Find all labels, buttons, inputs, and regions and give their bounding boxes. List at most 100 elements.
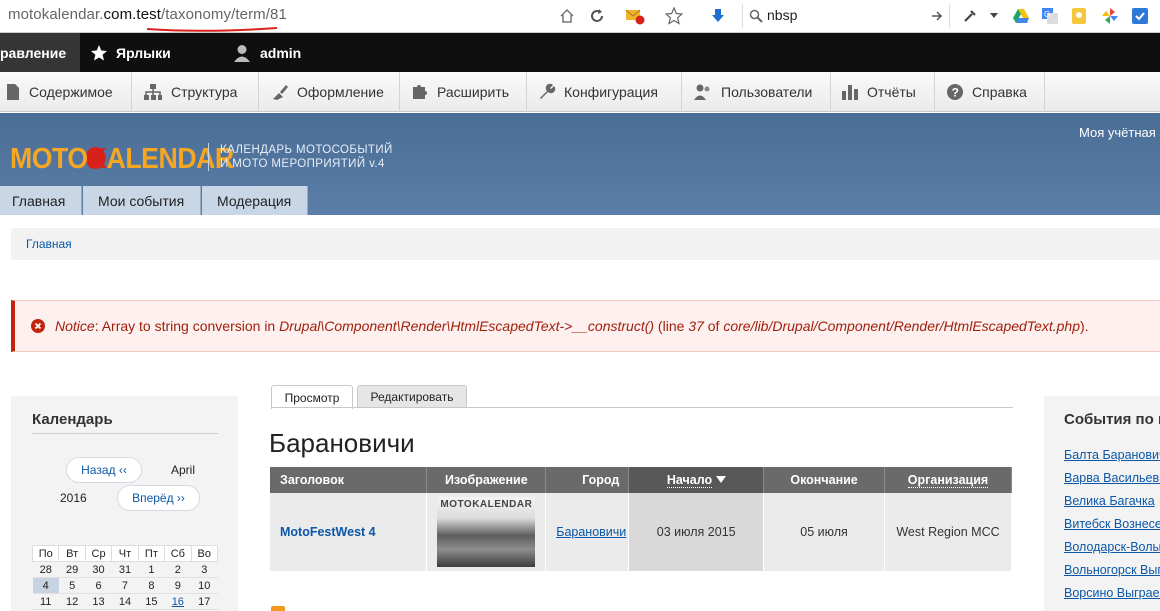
weekday: Чт — [111, 545, 139, 562]
calendar-day[interactable]: 2 — [164, 561, 192, 578]
calendar-day[interactable]: 11 — [32, 593, 59, 610]
notification-icon[interactable] — [625, 6, 645, 26]
wrench-icon — [540, 83, 556, 99]
user-label: admin — [260, 44, 302, 61]
city-link[interactable]: Балта Барановичи — [1064, 448, 1160, 471]
star-icon — [91, 44, 107, 60]
pinwheel-icon[interactable] — [1100, 6, 1120, 26]
my-account-link[interactable]: Моя учётная з — [1079, 125, 1160, 140]
city-link[interactable]: Вольногорск Выгреб — [1064, 563, 1160, 586]
browser-toolbar: motokalendar.com.test/taxonomy/term/81 n… — [0, 0, 1160, 33]
calendar-day[interactable]: 12 — [58, 593, 86, 610]
nav-home[interactable]: Главная — [0, 186, 82, 215]
calendar-day[interactable]: 5 — [58, 577, 86, 594]
calendar-day[interactable]: 6 — [85, 577, 112, 594]
col-city-header: Город — [545, 467, 630, 493]
event-org-cell: West Region MCC — [884, 493, 1012, 571]
menu-help-label: Справка — [972, 84, 1027, 100]
browser-search-box[interactable]: nbsp — [742, 4, 950, 28]
manage-tab[interactable]: равление — [0, 33, 80, 72]
weekday: Вт — [58, 545, 86, 562]
drive-icon[interactable] — [1011, 6, 1031, 26]
menu-people[interactable]: Пользователи — [683, 72, 831, 112]
search-query: nbsp — [767, 7, 798, 23]
city-link[interactable]: Ворсино Выграевка — [1064, 586, 1160, 609]
calendar-day[interactable]: 13 — [85, 593, 112, 610]
col-start-label: Начало — [666, 473, 713, 488]
calendar-day[interactable]: 31 — [111, 561, 139, 578]
url-host: com.test — [103, 6, 162, 23]
calendar-day[interactable]: 29 — [58, 561, 86, 578]
file-icon — [7, 84, 19, 100]
event-image[interactable]: MOTOKALENDAR — [437, 497, 536, 567]
menu-appearance[interactable]: Оформление — [260, 72, 400, 112]
col-org-label: Организация — [907, 473, 989, 488]
admin-menu-tray: Содержимое Структура Оформление Расширит… — [0, 72, 1160, 112]
calendar-day[interactable]: 28 — [32, 561, 59, 578]
calendar-prev-button[interactable]: Назад ‹‹ — [66, 457, 142, 483]
city-link[interactable]: Велика Багачка — [1064, 494, 1160, 517]
calendar-day[interactable]: 1 — [138, 561, 165, 578]
tab-view[interactable]: Просмотр — [271, 385, 353, 409]
event-image-caption: MOTOKALENDAR — [440, 499, 533, 510]
slogan-line-2: И МОТО МЕРОПРИЯТИЙ v.4 — [220, 158, 385, 170]
structure-icon — [144, 84, 162, 100]
shortcuts-tab[interactable]: Ярлыки — [90, 33, 171, 72]
weekday-row: По Вт Ср Чт Пт Сб Во — [31, 545, 219, 562]
divider — [32, 433, 218, 434]
calendar-day[interactable]: 15 — [138, 593, 165, 610]
calendar-day[interactable]: 3 — [191, 561, 218, 578]
calendar-day[interactable]: 17 — [191, 593, 218, 610]
download-icon[interactable] — [708, 6, 728, 26]
event-title-link[interactable]: MotoFestWest 4 — [270, 493, 428, 571]
menu-configuration-label: Конфигурация — [564, 84, 658, 100]
menu-extend[interactable]: Расширить — [401, 72, 527, 112]
breadcrumb: Главная — [11, 228, 1160, 260]
calendar-day-event-link[interactable]: 16 — [164, 593, 192, 610]
calendar-day[interactable]: 10 — [191, 577, 218, 594]
calendar-day[interactable]: 30 — [85, 561, 112, 578]
city-link[interactable]: Варва Васильевка — [1064, 471, 1160, 494]
nav-my-events[interactable]: Мои события — [83, 186, 201, 215]
calendar-day[interactable]: 8 — [138, 577, 165, 594]
menu-appearance-label: Оформление — [297, 84, 384, 100]
menu-structure[interactable]: Структура — [133, 72, 259, 112]
breadcrumb-home-link[interactable]: Главная — [26, 237, 72, 251]
calendar-day-today[interactable]: 4 — [32, 577, 59, 594]
nav-moderation[interactable]: Модерация — [202, 186, 308, 215]
search-icon — [749, 9, 763, 23]
bar-chart-icon — [842, 85, 858, 100]
table-row: MotoFestWest 4 MOTOKALENDAR Барановичи 0… — [270, 493, 1012, 571]
menu-help[interactable]: ? Справка — [936, 72, 1045, 112]
col-start-header[interactable]: Начало — [628, 467, 765, 493]
address-bar[interactable]: motokalendar.com.test/taxonomy/term/81 — [8, 6, 287, 23]
table-header-row: Заголовок Изображение Город Начало Оконч… — [270, 467, 1012, 493]
dropdown-arrow-icon[interactable] — [988, 6, 1000, 26]
star-icon[interactable] — [664, 6, 684, 26]
calendar-day[interactable]: 14 — [111, 593, 139, 610]
col-org-header[interactable]: Организация — [884, 467, 1012, 493]
tab-edit[interactable]: Редактировать — [357, 385, 467, 408]
translate-icon[interactable]: G — [1040, 6, 1060, 26]
calendar-day[interactable]: 9 — [164, 577, 192, 594]
eyedropper-icon[interactable] — [960, 6, 980, 26]
bulb-icon[interactable] — [1069, 6, 1089, 26]
menu-configuration[interactable]: Конфигурация — [528, 72, 682, 112]
weekday: По — [31, 545, 60, 562]
menu-reports[interactable]: Отчёты — [832, 72, 935, 112]
home-icon[interactable] — [557, 6, 577, 26]
calendar-title: Календарь — [32, 411, 113, 428]
site-logo[interactable]: MOTOKALENDAR — [10, 143, 234, 176]
event-city-link[interactable]: Барановичи — [556, 525, 626, 539]
arrow-icon[interactable] — [931, 10, 943, 22]
calendar-next-button[interactable]: Вперёд ›› — [117, 485, 200, 511]
extension-icon[interactable] — [1130, 6, 1150, 26]
calendar-day[interactable]: 7 — [111, 577, 139, 594]
reload-icon[interactable] — [587, 6, 607, 26]
city-link[interactable]: Витебск Вознесенск — [1064, 517, 1160, 540]
user-tab[interactable]: admin — [233, 33, 301, 72]
city-link[interactable]: Володарск-Волынский — [1064, 540, 1160, 563]
col-end-header: Окончание — [763, 467, 886, 493]
rss-feed-icon[interactable] — [271, 606, 285, 611]
menu-content[interactable]: Содержимое — [0, 72, 132, 112]
